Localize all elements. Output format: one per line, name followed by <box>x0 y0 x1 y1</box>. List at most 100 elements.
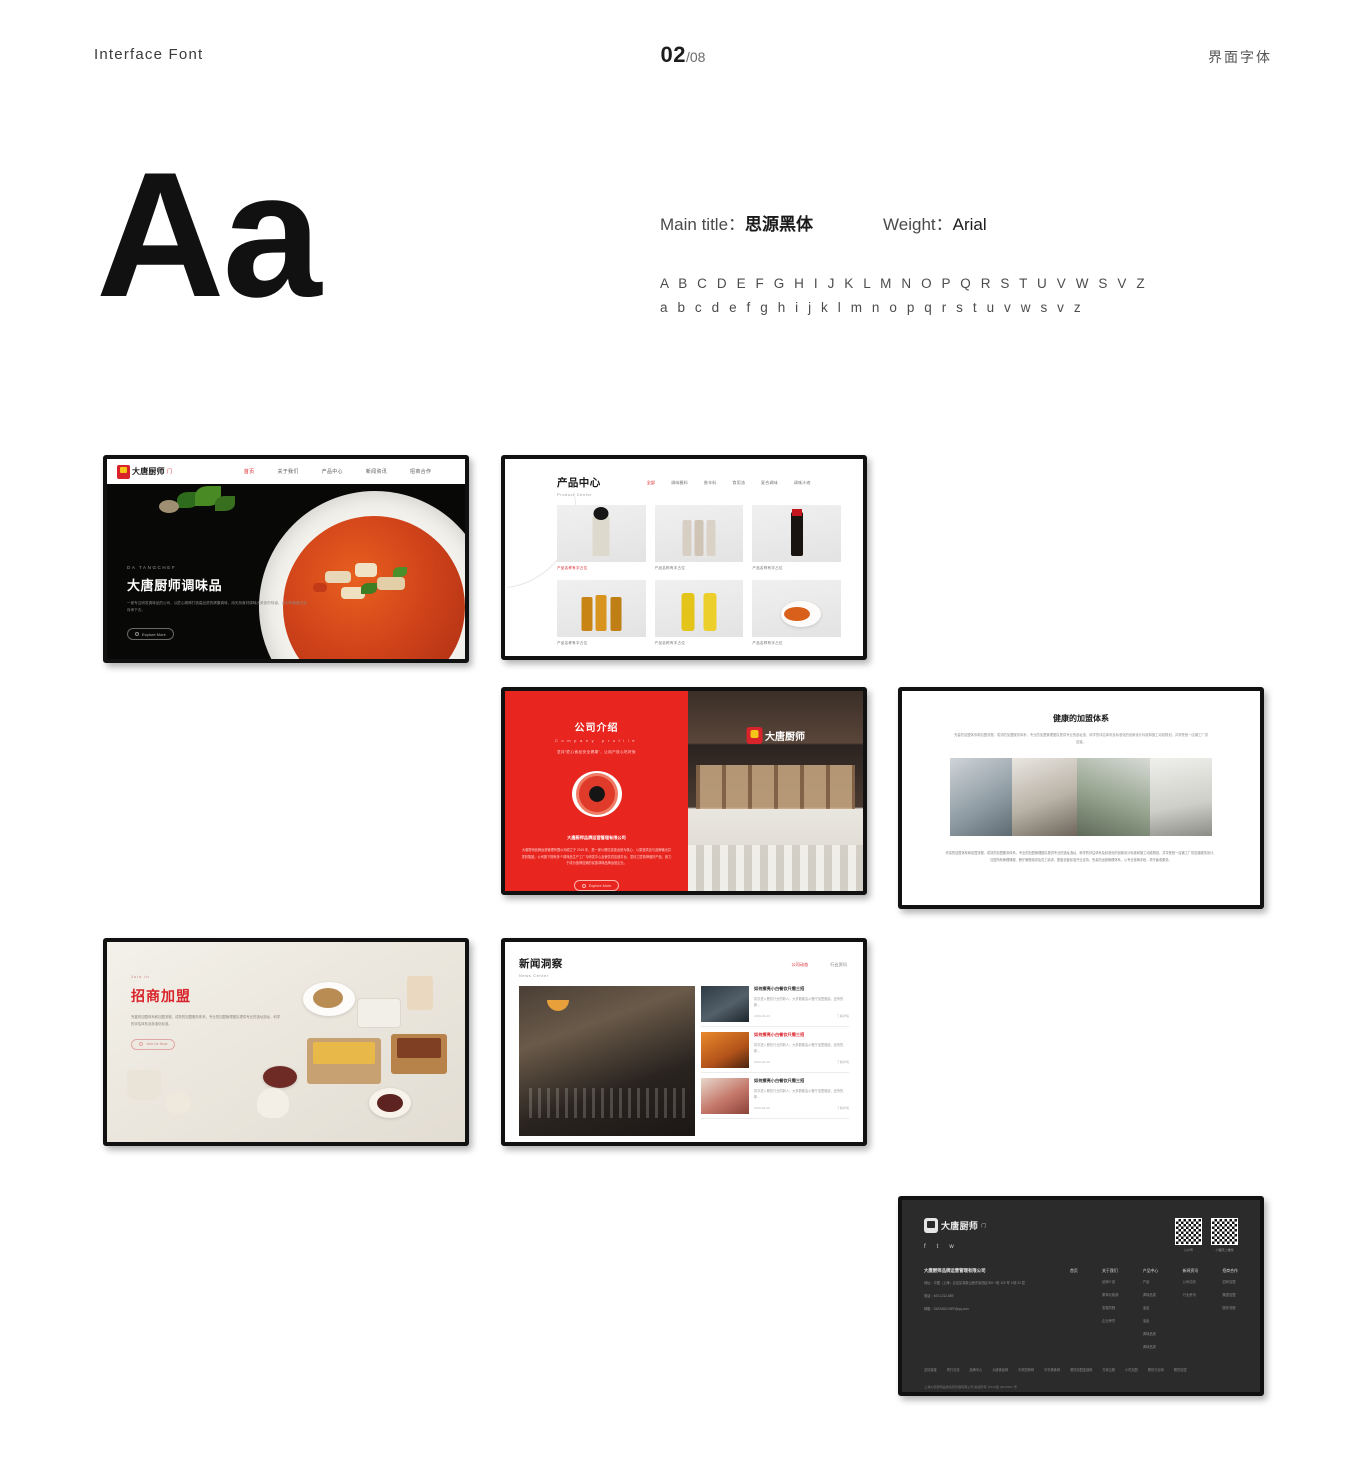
nav-item-news[interactable]: 新闻资讯 <box>366 468 387 475</box>
alphabet-uppercase: A B C D E F G H I J K L M N O P Q R S T … <box>660 276 1148 291</box>
news-header: 新闻洞察 News Center 公司动态 行业资讯 <box>505 942 863 978</box>
nav-item-about[interactable]: 关于我们 <box>277 468 298 475</box>
friend-link[interactable]: 万家云餐 <box>1102 1367 1115 1372</box>
news-item-title: 如何擦亮小白餐饮只需三招 <box>754 1078 805 1083</box>
footer-column-head[interactable]: 关于我们 <box>1102 1268 1118 1274</box>
list-item[interactable]: 如何擦亮小白餐饮只需三招 初次进入餐饮行业的新人，大多数都会从餐厅加盟做起，还有… <box>701 986 849 1027</box>
friend-link[interactable]: 小吃加盟 <box>1125 1367 1138 1372</box>
mockup-product-center[interactable]: 产品中心 Product Center 全部 调味酱料 香辛料 食用油 复合调味… <box>501 455 867 660</box>
footer-column-products: 产品中心 产品 调味品类 油品 油品 调味品类 调味品类 <box>1143 1268 1159 1351</box>
list-item[interactable]: 如何擦亮小白餐饮只需三招 初次进入餐饮行业的新人，大多数都会从餐厅加盟做起，还有… <box>701 1032 849 1073</box>
twitter-icon[interactable]: t <box>937 1244 939 1250</box>
friend-link[interactable]: 友情链接 <box>924 1367 937 1372</box>
footer-link[interactable]: 调味品类 <box>1143 1344 1159 1352</box>
product-tab-all[interactable]: 全部 <box>647 480 655 486</box>
footer-link[interactable]: 董事长致辞 <box>1102 1292 1118 1300</box>
friend-link[interactable]: 中华美食网 <box>1044 1367 1060 1372</box>
friend-link[interactable]: 餐饮加盟 <box>1174 1367 1187 1372</box>
footer-logo[interactable]: 大唐厨师 门 <box>924 1218 986 1233</box>
footer-column-head[interactable]: 新闻资讯 <box>1183 1268 1199 1274</box>
friend-link[interactable]: 餐饮加盟连锁网 <box>1070 1367 1092 1372</box>
product-tab-liquid[interactable]: 调味汁液 <box>794 480 811 486</box>
facebook-icon[interactable]: f <box>924 1244 926 1250</box>
news-feature[interactable]: 如何擦亮小白餐饮只需三招 初次进入餐饮行业的新人，大多数都会从餐厅加盟做起，还有… <box>519 986 695 1142</box>
nav-item-franchise[interactable]: 招商合作 <box>410 468 431 475</box>
footer-link[interactable]: 招商加盟 <box>1222 1279 1238 1287</box>
footer-link[interactable]: 行业资讯 <box>1183 1292 1199 1300</box>
product-tab-spice[interactable]: 香辛料 <box>704 480 717 486</box>
footer-column-head[interactable]: 首页 <box>1070 1268 1078 1274</box>
company-slogan: 坚持“匠心食品安全健康”，让用户放心吃好饭 <box>556 750 637 754</box>
friend-link[interactable]: 品牌中心 <box>970 1367 983 1372</box>
news-item-more[interactable]: 了解详情 <box>837 1059 849 1064</box>
franchise-title: 健康的加盟体系 <box>1053 714 1109 723</box>
footer-link[interactable]: 调味品类 <box>1143 1292 1159 1300</box>
site-logo[interactable]: 大唐厨师 门 <box>117 464 172 479</box>
hero-title: 大唐厨师调味品 <box>127 578 223 594</box>
footer-column-head[interactable]: 招商合作 <box>1222 1268 1238 1274</box>
product-card[interactable]: 产品名称有字占位 <box>557 505 646 571</box>
footer-link[interactable]: 企业荣誉 <box>1102 1318 1118 1326</box>
nav-item-products[interactable]: 产品中心 <box>322 468 343 475</box>
product-tab-oil[interactable]: 食用油 <box>732 480 745 486</box>
company-description: 大唐厨师品牌运营管理有限公司成立于 2015 年，是一家以餐饮连锁运营为核心、以… <box>521 848 672 866</box>
footer-link[interactable]: 产品 <box>1143 1279 1159 1287</box>
product-card[interactable]: 产品名称有字占位 <box>752 580 841 646</box>
news-tabs: 公司动态 行业资讯 <box>791 962 847 968</box>
product-card[interactable]: 产品名称有字占位 <box>654 505 744 571</box>
friend-link[interactable]: 同行交流 <box>947 1367 960 1372</box>
footer-address-label: 地址： <box>924 1281 934 1285</box>
mockup-news-center[interactable]: 新闻洞察 News Center 公司动态 行业资讯 如何擦亮小白餐饮只需三招 … <box>501 938 867 1146</box>
product-tab-sauce[interactable]: 调味酱料 <box>671 480 688 486</box>
footer-link[interactable]: 油品 <box>1143 1318 1159 1326</box>
hero-cta-button[interactable]: Explore More <box>127 628 174 640</box>
logo-text: 大唐厨师 <box>132 467 165 476</box>
news-item-more[interactable]: 了解详情 <box>837 1105 849 1110</box>
news-item-more[interactable]: 了解详情 <box>837 1013 849 1018</box>
mockup-franchise-system[interactable]: 健康的加盟体系 完善的加盟体系和加盟流程，成熟的加盟服务体系，专业的加盟管理团队… <box>898 687 1264 909</box>
footer-company-block: 大唐厨师品牌运营管理有限公司 地址：中国（上海）嘉定区真新山西东泉西区300一街… <box>924 1268 1052 1351</box>
footer-link[interactable]: 调味品类 <box>1143 1331 1159 1339</box>
qr-code-icon <box>1211 1218 1238 1245</box>
friend-link[interactable]: 餐饮行业网 <box>1148 1367 1164 1372</box>
footer-link[interactable]: 品牌介绍 <box>1102 1279 1118 1287</box>
qr-code-icon <box>1175 1218 1202 1245</box>
lamp-icon <box>547 1000 569 1011</box>
footer-link[interactable]: 油品 <box>1143 1305 1159 1313</box>
mockup-company-profile[interactable]: 公司介绍 Company profile 坚持“匠心食品安全健康”，让用户放心吃… <box>501 687 867 895</box>
footer-logo-text: 大唐厨师 <box>941 1221 979 1231</box>
friend-link[interactable]: 大唐食品网 <box>992 1367 1008 1372</box>
product-tab-compound[interactable]: 复合调味 <box>761 480 778 486</box>
hero-description: 一家专注研发调味品的公司，以匠心精神打造高品质的健康调味，用天然食材调味出美食的… <box>127 601 307 613</box>
news-item-desc: 初次进入餐饮行业的新人，大多数都会从餐厅加盟做起，还有的新... <box>754 1089 844 1100</box>
store-signage: 大唐厨师 <box>746 727 805 744</box>
page-number-current: 02 <box>660 42 686 67</box>
footer-phone-label: 电话： <box>924 1294 934 1299</box>
news-tab-industry[interactable]: 行业资讯 <box>830 962 847 968</box>
weibo-icon[interactable]: w <box>949 1244 953 1250</box>
footer-link[interactable]: 服务流程 <box>1222 1305 1238 1313</box>
news-item-desc: 初次进入餐饮行业的新人，大多数都会从餐厅加盟做起，还有的新... <box>754 997 844 1008</box>
qr-code-official: 公众号 <box>1175 1218 1202 1252</box>
friend-link[interactable]: 中央厨房网 <box>1018 1367 1034 1372</box>
product-label: 产品名称有字占位 <box>557 566 588 570</box>
footer-link[interactable]: 发展历程 <box>1102 1305 1118 1313</box>
mockup-join-in[interactable]: Join in 招商加盟 完善的加盟体系和加盟流程，成熟的加盟服务体系，专业的加… <box>103 938 469 1146</box>
footer-link[interactable]: 公司动态 <box>1183 1279 1199 1287</box>
mockup-site-footer[interactable]: 大唐厨师 门 f t w 公众号 小程序二维码 大唐厨师品牌运营管理有限公司 地… <box>898 1196 1264 1396</box>
arrow-circle-icon <box>139 1042 143 1047</box>
product-card[interactable]: 产品名称有字占位 <box>654 580 744 646</box>
footer-link[interactable]: 集团加盟 <box>1222 1292 1238 1300</box>
product-card[interactable]: 产品名称有字占位 <box>752 505 841 571</box>
footer-copyright: 上海大唐厨师品牌运营管理有限公司 版权所有 沪ICP备 (9216621 号 <box>924 1385 1017 1390</box>
nav-item-home[interactable]: 首页 <box>244 468 255 475</box>
news-tab-company[interactable]: 公司动态 <box>791 962 808 968</box>
list-item[interactable]: 如何擦亮小白餐饮只需三招 初次进入餐饮行业的新人，大多数都会从餐厅加盟做起，还有… <box>701 1078 849 1119</box>
company-cta-button[interactable]: Explore More <box>573 880 620 891</box>
join-cta-button[interactable]: Join Us Now <box>131 1038 176 1050</box>
footer-middle: 大唐厨师品牌运营管理有限公司 地址：中国（上海）嘉定区真新山西东泉西区300一街… <box>902 1252 1260 1351</box>
hero-cta-label: Explore More <box>142 631 166 637</box>
mockup-homepage-hero[interactable]: 大唐厨师 门 首页 关于我们 产品中心 新闻资讯 招商合作 DA TANGCHE… <box>103 455 469 663</box>
product-card[interactable]: 产品名称有字占位 <box>557 580 646 646</box>
footer-column-head[interactable]: 产品中心 <box>1143 1268 1159 1274</box>
